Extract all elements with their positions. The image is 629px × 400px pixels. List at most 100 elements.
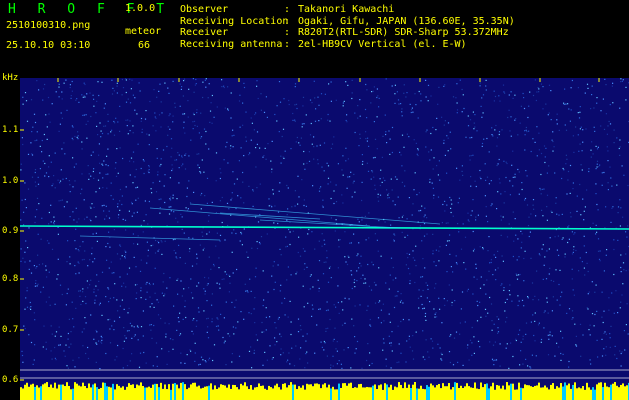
noise-dot [375,284,377,286]
noise-dot [587,308,589,310]
noise-dot [159,207,161,209]
level-bar [560,383,562,400]
noise-dot [310,122,312,125]
noise-dot [64,355,66,357]
noise-dot [555,269,557,271]
noise-dot [420,209,422,212]
noise-dot [609,346,611,348]
noise-dot [549,331,551,333]
noise-dot [233,229,235,231]
level-bar [194,382,196,400]
noise-dot [278,316,280,319]
noise-dot [625,231,627,233]
noise-dot [595,193,597,195]
level-bar [578,387,580,400]
level-bar [430,383,432,400]
level-bar [96,387,98,400]
noise-dot [418,289,420,291]
noise-dot [132,94,134,96]
noise-dot [198,364,200,366]
noise-dot [231,251,233,253]
noise-dot [357,218,359,220]
noise-dot [422,289,424,292]
noise-dot [276,341,278,343]
noise-dot [252,190,254,192]
noise-dot [167,134,169,136]
noise-dot [168,323,170,325]
level-bar [40,386,42,400]
noise-dot [534,340,536,342]
noise-dot [446,172,448,174]
noise-dot [563,103,565,105]
noise-dot [107,120,109,122]
noise-dot [20,248,22,250]
noise-dot [567,170,570,173]
noise-dot [390,367,392,369]
level-bar [102,382,104,400]
noise-dot [328,83,330,85]
noise-dot [412,111,414,113]
level-bar [316,383,318,400]
noise-dot [75,248,77,250]
noise-dot [540,193,542,195]
level-bar [66,382,68,400]
noise-dot [397,325,399,327]
noise-dot [449,196,451,199]
noise-dot [211,304,213,306]
noise-dot [477,340,480,342]
noise-dot [25,100,28,102]
noise-dot [145,362,147,364]
noise-dot [100,335,102,337]
noise-dot [397,196,399,198]
noise-dot [440,352,442,354]
level-bar [180,382,182,400]
noise-dot [227,86,229,88]
noise-dot [169,277,171,279]
noise-dot [620,207,622,209]
noise-dot [589,359,591,361]
noise-dot [343,100,345,102]
noise-dot [446,204,448,206]
noise-dot [109,297,111,299]
noise-dot [472,199,474,201]
level-bar [80,386,82,400]
level-bar [238,389,240,400]
noise-dot [534,79,536,81]
noise-dot [529,91,531,93]
noise-dot [24,308,26,310]
noise-dot [446,240,449,242]
noise-dot [435,129,437,131]
noise-dot [176,279,178,281]
noise-dot [221,86,223,88]
noise-dot [70,97,72,99]
level-bar [354,387,356,400]
waterfall-spectrogram[interactable] [20,78,629,400]
noise-dot [190,292,193,294]
noise-dot [74,180,76,182]
noise-dot [158,90,160,92]
noise-dot [335,306,337,308]
noise-dot [198,167,200,169]
noise-dot [547,114,549,116]
noise-dot [164,82,166,84]
noise-dot [341,301,343,303]
noise-dot [351,274,353,276]
noise-dot [34,169,37,171]
level-bar [248,389,250,400]
noise-dot [36,80,38,82]
noise-dot [575,249,577,252]
noise-dot [378,220,380,222]
noise-dot [323,239,325,241]
level-bar [50,384,52,400]
noise-dot [611,85,613,87]
noise-dot [532,138,534,140]
noise-dot [583,245,585,247]
noise-dot [260,236,263,238]
noise-dot [186,354,188,356]
noise-dot [274,344,276,346]
noise-dot [364,215,366,217]
noise-dot [90,207,92,209]
noise-dot [293,365,296,367]
level-bar [604,382,606,400]
noise-dot [479,246,481,248]
